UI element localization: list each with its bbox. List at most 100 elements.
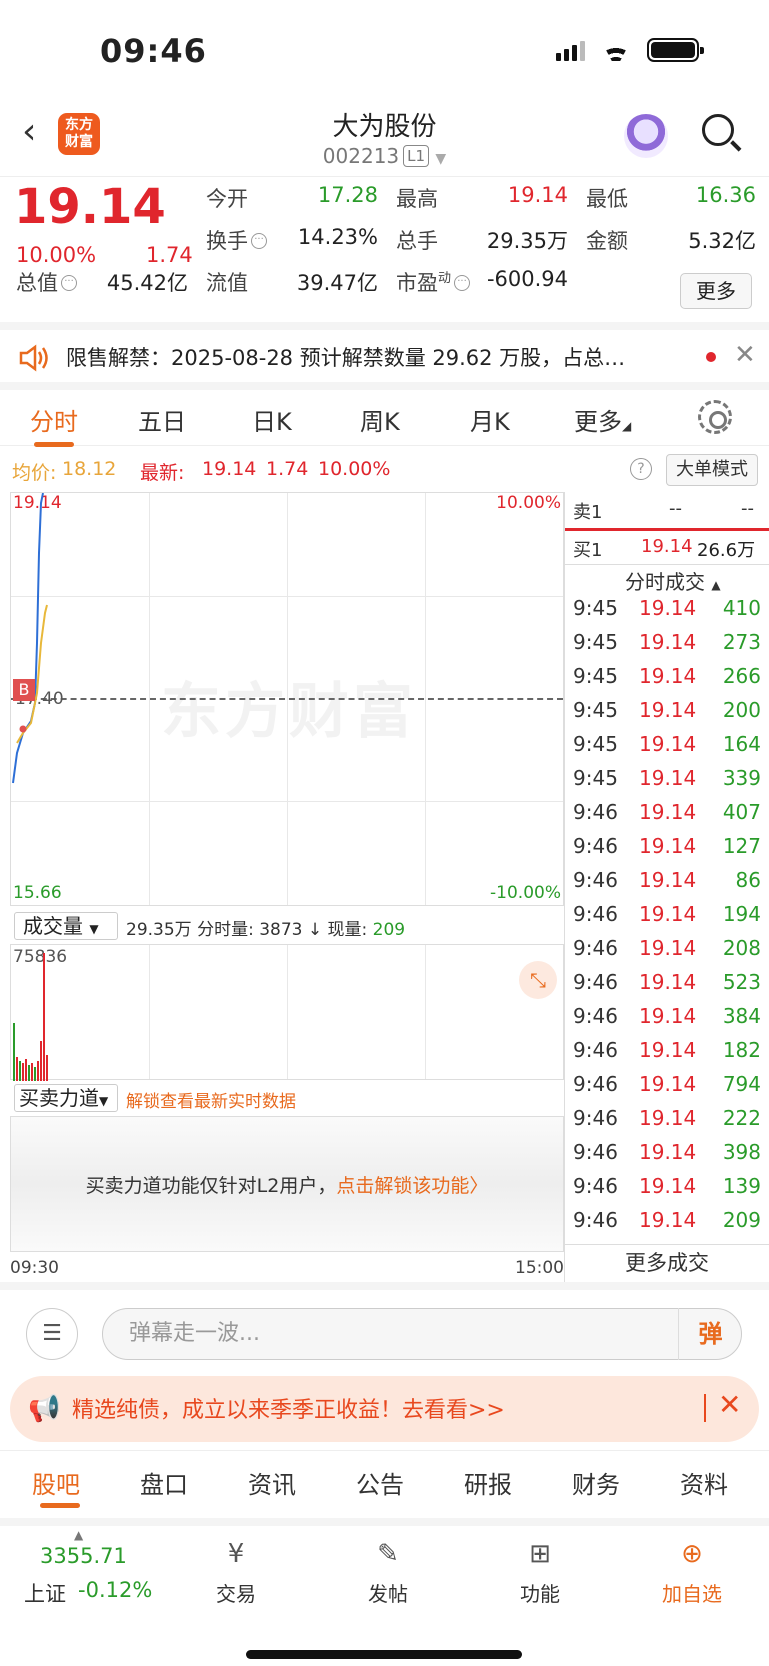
caret-up-icon: ▲ xyxy=(74,1528,84,1542)
avg-price-value: 18.12 xyxy=(62,458,117,480)
caret-down-icon: ▼ xyxy=(435,151,447,167)
more-quote-button[interactable]: 更多 xyxy=(680,273,752,309)
mktcap-label[interactable]: 总值 ··· xyxy=(16,267,77,297)
force-header: 买卖力道▼ 解锁查看最新实时数据 xyxy=(10,1080,564,1116)
low-label: 最低 xyxy=(586,187,628,211)
promo-banner[interactable]: 📢 精选纯债，成立以来季季正收益！去看看>> ✕ xyxy=(10,1376,759,1442)
trade-row: 9:46 19.14 194 xyxy=(565,898,769,932)
tab-profile[interactable]: 资料 xyxy=(680,1465,728,1500)
trade-row: 9:46 19.14 182 xyxy=(565,1034,769,1068)
pe-label[interactable]: 市盈动 ··· xyxy=(396,267,471,297)
trade-price: 19.14 xyxy=(639,766,697,790)
unlock-realtime-link[interactable]: 解锁查看最新实时数据 xyxy=(126,1087,296,1112)
chart-tabs: 分时 五日 日K 周K 月K 更多◢ xyxy=(0,382,769,447)
help-icon[interactable]: ? xyxy=(630,458,652,480)
tab-weekly-k[interactable]: 周K xyxy=(360,402,400,437)
content-tabs: 股吧 盘口 资讯 公告 研报 财务 资料 xyxy=(0,1450,769,1512)
high-value: 19.14 xyxy=(507,183,568,207)
danmu-toggle-button[interactable]: 弹 xyxy=(678,1308,742,1360)
divider xyxy=(704,1394,706,1422)
nav-trade[interactable]: ¥ 交易 xyxy=(186,1536,286,1607)
trade-volume: 398 xyxy=(722,1140,761,1164)
sell1-price: -- xyxy=(669,498,682,519)
notice-text: 限售解禁：2025-08-28 预计解禁数量 29.62 万股，占总… xyxy=(66,346,626,370)
tab-monthly-k[interactable]: 月K xyxy=(470,402,510,437)
lock-message: 买卖力道功能仅针对L2用户，点击解锁该功能〉 xyxy=(85,1175,489,1197)
trade-price: 19.14 xyxy=(639,1174,697,1198)
more-trades-button[interactable]: 更多成交 xyxy=(565,1244,769,1282)
danmu-list-icon[interactable]: ☰ xyxy=(26,1308,78,1360)
status-time: 09:46 xyxy=(100,32,207,70)
tab-research[interactable]: 研报 xyxy=(464,1465,512,1500)
trades-header[interactable]: 分时成交 ▲ xyxy=(625,566,721,595)
trade-volume: 384 xyxy=(722,1004,761,1028)
trade-volume: 139 xyxy=(722,1174,761,1198)
tab-more[interactable]: 更多◢ xyxy=(574,402,631,437)
caret-down-icon: ▼ xyxy=(99,1094,109,1108)
search-icon[interactable] xyxy=(700,112,742,156)
trade-price: 19.14 xyxy=(639,1004,697,1028)
divider xyxy=(565,564,769,565)
corner-triangle-icon: ◢ xyxy=(622,419,632,433)
trade-price: 19.14 xyxy=(639,630,697,654)
volume-bars xyxy=(13,953,48,1081)
big-order-mode-button[interactable]: 大单模式 xyxy=(666,454,758,486)
unlock-feature-link[interactable]: 点击解锁该功能〉 xyxy=(336,1175,488,1197)
grid-icon: ⊞ xyxy=(529,1539,551,1569)
turnover-label[interactable]: 换手 ··· xyxy=(206,225,267,255)
robot-assistant-icon[interactable] xyxy=(624,114,668,158)
sell1-volume: -- xyxy=(741,498,754,519)
tab-daily-k[interactable]: 日K xyxy=(252,402,292,437)
high-label: 最高 xyxy=(396,187,438,211)
trade-row: 9:45 19.14 200 xyxy=(565,694,769,728)
tab-underline xyxy=(34,442,74,447)
danmu-input[interactable]: 弹幕走一波... xyxy=(102,1308,742,1360)
tab-pankou[interactable]: 盘口 xyxy=(140,1465,188,1500)
tab-5day[interactable]: 五日 xyxy=(138,402,186,437)
plus-circle-icon: ⊕ xyxy=(681,1539,703,1569)
trade-row: 9:46 19.14 222 xyxy=(565,1102,769,1136)
info-dots-icon: ··· xyxy=(61,275,77,291)
trade-price: 19.14 xyxy=(639,1038,697,1062)
last-change-pct: 10.00% xyxy=(318,458,391,480)
trade-price: 19.14 xyxy=(639,1140,697,1164)
close-icon[interactable]: ✕ xyxy=(718,1388,741,1421)
volume-label: 总手 xyxy=(396,229,438,253)
speaker-icon xyxy=(19,344,48,372)
close-icon[interactable]: ✕ xyxy=(734,340,756,370)
trade-price: 19.14 xyxy=(639,1106,697,1130)
settings-gear-icon[interactable] xyxy=(698,400,732,434)
trade-volume: 266 xyxy=(722,664,761,688)
danmu-bar: ☰ 弹幕走一波... 弹 xyxy=(0,1282,769,1368)
nav-bar: ‹ 东方 财富 大为股份 002213 L1 ▼ xyxy=(0,100,769,176)
buy1-label: 买1 xyxy=(573,540,603,561)
intraday-price-chart[interactable]: 东方财富 19.14 10.00% 17.40 15.66 -10.00% B xyxy=(10,492,564,906)
float-label: 流值 xyxy=(206,271,248,295)
expand-icon[interactable]: ⤡ xyxy=(519,961,557,999)
open-value: 17.28 xyxy=(317,183,378,207)
tab-finance[interactable]: 财务 xyxy=(572,1465,620,1500)
nav-post[interactable]: ✎ 发帖 xyxy=(338,1536,438,1607)
bottom-nav: ▲ 3355.71 上证 -0.12% ¥ 交易 ✎ 发帖 ⊞ 功能 ⊕ 加自选 xyxy=(0,1518,769,1666)
nav-functions[interactable]: ⊞ 功能 xyxy=(490,1536,590,1607)
trade-price: 19.14 xyxy=(639,664,697,688)
trade-price: 19.14 xyxy=(639,698,697,722)
home-indicator xyxy=(246,1650,522,1659)
index-name: 上证 xyxy=(24,1582,66,1606)
trade-time: 9:46 xyxy=(573,902,618,926)
lockup-notice[interactable]: 限售解禁：2025-08-28 预计解禁数量 29.62 万股，占总… ✕ xyxy=(0,322,769,382)
tab-intraday[interactable]: 分时 xyxy=(30,402,78,437)
tab-news[interactable]: 资讯 xyxy=(248,1465,296,1500)
trade-volume: 222 xyxy=(722,1106,761,1130)
tab-guba[interactable]: 股吧 xyxy=(32,1465,80,1500)
volume-chart[interactable]: 75836 ⤡ xyxy=(10,944,564,1081)
nav-add-watchlist[interactable]: ⊕ 加自选 xyxy=(642,1536,742,1607)
cellular-signal-icon xyxy=(556,39,585,61)
tab-announcements[interactable]: 公告 xyxy=(356,1465,404,1500)
indicator-select[interactable]: 成交量 ▼ xyxy=(14,912,118,940)
trade-volume: 209 xyxy=(722,1208,761,1232)
force-select[interactable]: 买卖力道▼ xyxy=(14,1084,118,1112)
change-percent: 10.00% xyxy=(16,243,97,267)
trade-time: 9:46 xyxy=(573,868,618,892)
trade-time: 9:46 xyxy=(573,834,618,858)
